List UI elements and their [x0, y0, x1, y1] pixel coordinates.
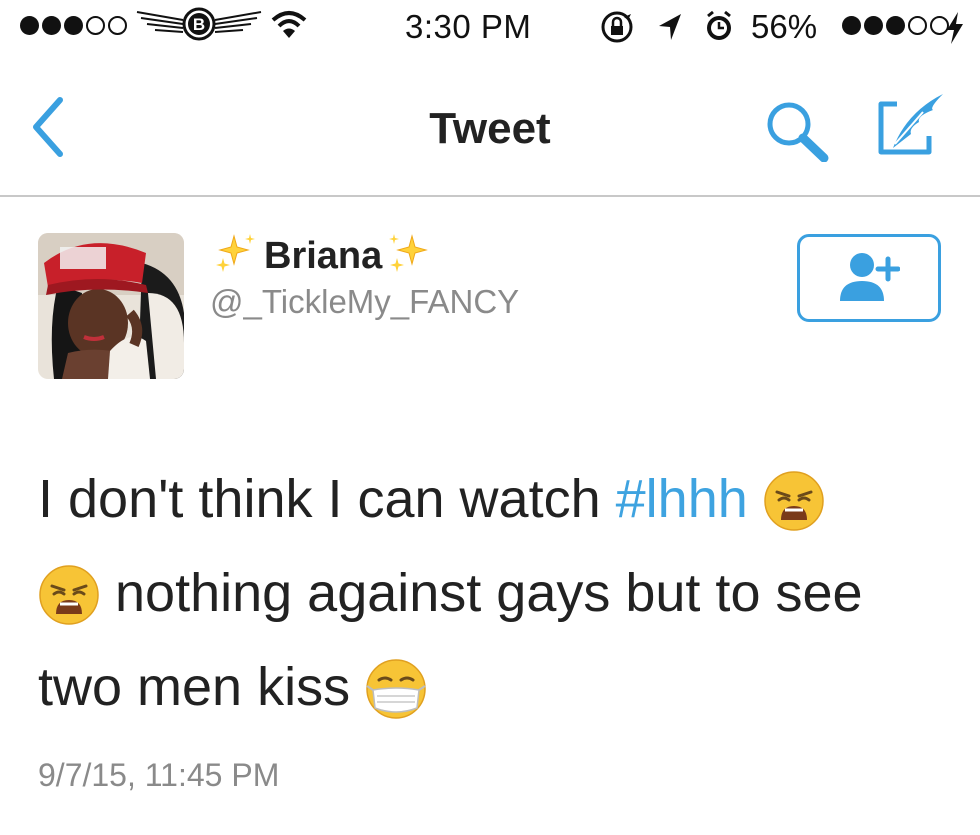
avatar[interactable]	[38, 233, 184, 379]
svg-text:B: B	[193, 15, 205, 34]
tweet-text-part1: I don't think I can watch	[38, 469, 616, 529]
signal-strength-right	[842, 16, 949, 35]
carrier-logo-icon: B	[135, 6, 263, 51]
tweet-text: I don't think I can watch #lhhh nothing …	[38, 452, 958, 734]
author-handle[interactable]: @_TickleMy_FANCY	[210, 283, 519, 321]
hashtag-link[interactable]: #lhhh	[616, 469, 748, 529]
charging-bolt-icon	[945, 12, 965, 49]
weary-face-emoji	[38, 561, 100, 625]
sparkles-emoji	[212, 232, 260, 281]
author-name: Briana	[264, 235, 383, 277]
compose-icon[interactable]	[873, 90, 949, 165]
alarm-icon	[703, 10, 735, 49]
wifi-icon	[271, 8, 307, 47]
follow-button[interactable]	[797, 234, 941, 322]
nav-bar: Tweet	[0, 60, 980, 197]
rotation-lock-icon	[600, 10, 634, 49]
weary-face-emoji	[763, 467, 825, 531]
status-bar: B 3:30 PM 56%	[0, 0, 980, 60]
tweet-timestamp: 9/7/15, 11:45 PM	[38, 757, 280, 793]
location-arrow-icon	[655, 10, 685, 49]
status-time: 3:30 PM	[405, 8, 532, 45]
follow-person-plus-icon	[838, 249, 901, 308]
sparkles-emoji	[386, 232, 434, 281]
battery-percent: 56%	[751, 8, 818, 45]
medical-mask-emoji	[365, 655, 427, 719]
author-name-row[interactable]: Briana	[212, 232, 434, 281]
tweet-text-part2: nothing against gays but to see two men …	[38, 563, 863, 717]
search-icon[interactable]	[764, 100, 834, 167]
signal-strength-left	[20, 16, 127, 35]
